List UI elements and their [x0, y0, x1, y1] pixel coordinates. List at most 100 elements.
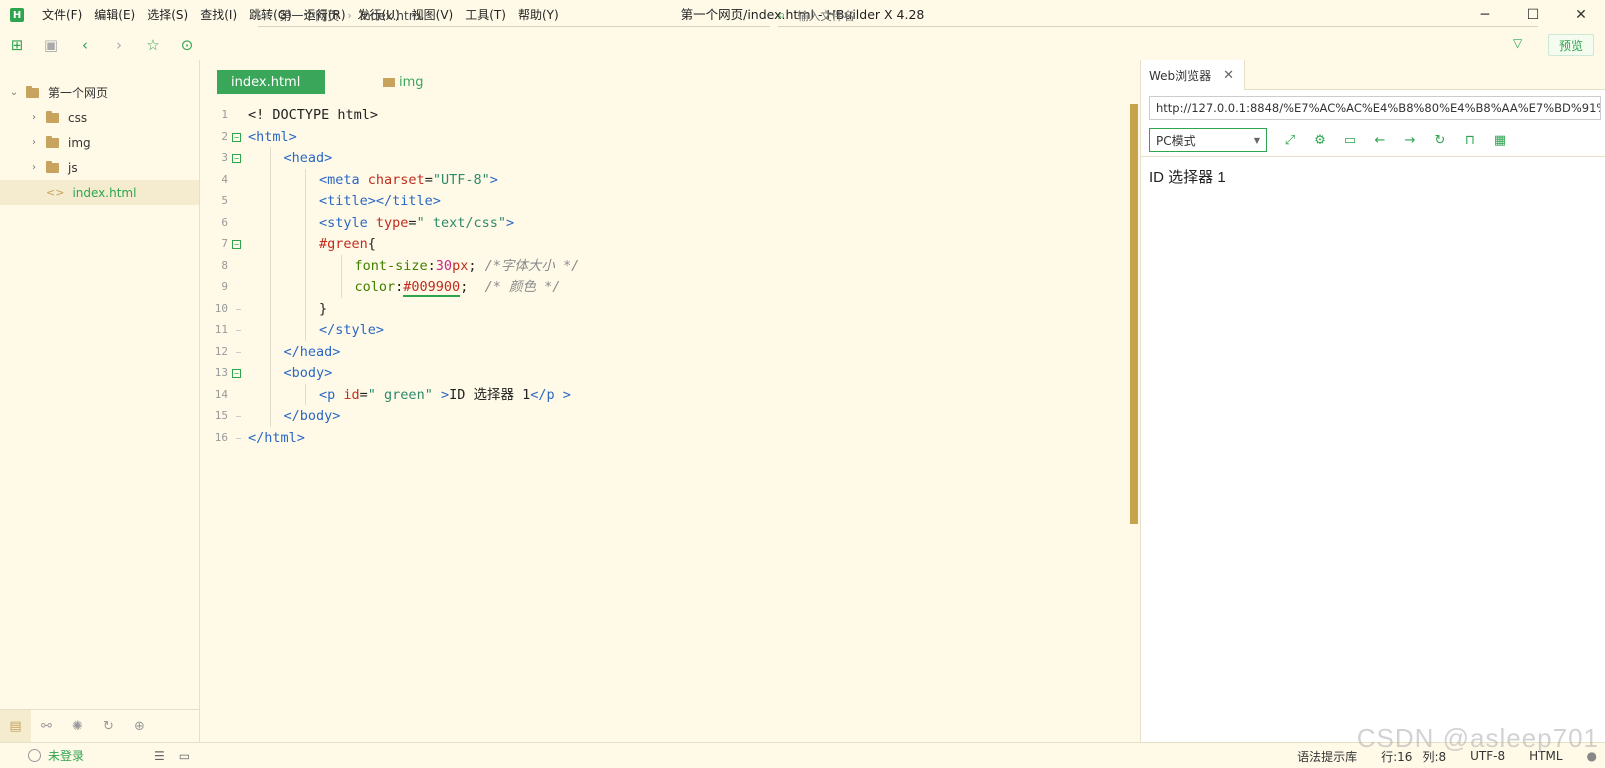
- tree-item-label: index.html: [72, 185, 137, 200]
- filter-icon[interactable]: ▽: [1513, 36, 1522, 50]
- tree-item-js[interactable]: › js: [0, 155, 199, 180]
- file-search-input[interactable]: [797, 8, 1398, 23]
- indent-guide: [340, 254, 342, 276]
- code-line[interactable]: 8 font-size:30px; /*字体大小 */: [200, 254, 1100, 277]
- tree-item-label: 第一个网页: [48, 86, 109, 100]
- refresh-icon[interactable]: ↻: [1425, 128, 1455, 152]
- code-line[interactable]: 4 <meta charset="UTF-8">: [200, 168, 1100, 191]
- url-input[interactable]: http://127.0.0.1:8848/%E7%AC%AC%E4%B8%80…: [1149, 96, 1601, 120]
- binoculars-icon[interactable]: ⚯: [31, 710, 62, 743]
- code-line[interactable]: 14 <p id=" green" >ID 选择器 1</p >: [200, 383, 1100, 406]
- console-icon[interactable]: ▭: [1335, 128, 1365, 152]
- status-bar: 未登录 ☰ ▭ 语法提示库 行:16 列:8 UTF-8 HTML ●: [0, 742, 1605, 768]
- code-line[interactable]: 10}: [200, 297, 1100, 320]
- tab-web-browser[interactable]: Web浏览器 ✕: [1141, 60, 1245, 90]
- cursor-col: 列:8: [1422, 749, 1447, 764]
- code-line[interactable]: 9 color:#009900; /* 颜色 */: [200, 276, 1100, 298]
- qrcode-icon[interactable]: ▦: [1485, 128, 1515, 152]
- close-icon[interactable]: ✕: [1223, 68, 1234, 83]
- new-file-icon[interactable]: ⊞: [0, 30, 34, 60]
- indent-guide: [305, 254, 306, 276]
- menu-edit[interactable]: 编辑(E): [88, 0, 141, 30]
- indent-guide: [305, 383, 306, 405]
- encoding[interactable]: UTF-8: [1470, 749, 1505, 763]
- menu-select[interactable]: 选择(S): [141, 0, 194, 30]
- web-browser-pane: Web浏览器 ✕ http://127.0.0.1:8848/%E7%AC%AC…: [1140, 60, 1605, 742]
- gear-icon[interactable]: ⚙: [1305, 128, 1335, 152]
- search-file-icon: ⌕: [778, 8, 786, 23]
- login-status[interactable]: 未登录: [28, 747, 84, 764]
- arrow-right-icon[interactable]: →: [1395, 128, 1425, 152]
- code-line[interactable]: 11 </style>: [200, 319, 1100, 341]
- arrow-left-icon[interactable]: ←: [1365, 128, 1395, 152]
- project-explorer: ⌄ 第一个网页 › css › img › js <> index.html ▤…: [0, 60, 200, 743]
- line-number: 2: [221, 129, 228, 143]
- code-line[interactable]: 13− <body>: [200, 362, 1100, 384]
- list-icon[interactable]: ☰: [154, 749, 165, 763]
- lock-icon[interactable]: ⊓: [1455, 128, 1485, 152]
- editor-scrollbar[interactable]: [1130, 104, 1138, 524]
- forward-icon[interactable]: ›: [102, 30, 136, 60]
- toolbar: ⊞ ▣ ‹ › ☆ ⊙: [0, 30, 1605, 60]
- menu-find[interactable]: 查找(I): [194, 0, 243, 30]
- menu-file[interactable]: 文件(F): [36, 0, 88, 30]
- fold-toggle-icon[interactable]: −: [232, 132, 241, 142]
- tree-item-index-html[interactable]: <> index.html: [0, 180, 199, 205]
- code-line[interactable]: 7− #green{: [200, 233, 1100, 255]
- tab-img[interactable]: img: [369, 70, 438, 94]
- breadcrumb-project[interactable]: 第一个网页: [279, 7, 339, 24]
- user-icon: [28, 749, 41, 762]
- fold-toggle-icon[interactable]: −: [232, 240, 241, 249]
- tree-item-project[interactable]: ⌄ 第一个网页: [0, 80, 199, 105]
- save-icon[interactable]: ▣: [34, 30, 68, 60]
- chevron-right-icon: ›: [347, 9, 352, 22]
- project-folder-icon: [26, 85, 39, 98]
- preview-button[interactable]: 预览: [1548, 34, 1594, 56]
- line-number: 5: [221, 194, 228, 207]
- favorite-star-icon[interactable]: ☆: [136, 30, 170, 60]
- code-line[interactable]: 15 </body>: [200, 405, 1100, 427]
- open-external-icon[interactable]: ⤢: [1275, 128, 1305, 152]
- code-line[interactable]: 5 <title></title>: [200, 190, 1100, 212]
- line-number: 16: [214, 430, 228, 444]
- back-icon[interactable]: ‹: [68, 30, 102, 60]
- fold-end-marker: [236, 351, 241, 353]
- code-editor[interactable]: 1 <! DOCTYPE html> 2− <html> 3− <head> 4 <meta …: [200, 104, 1120, 524]
- folder-icon: [46, 110, 59, 123]
- tree-item-img[interactable]: › img: [0, 130, 199, 155]
- close-button[interactable]: ✕: [1557, 0, 1605, 30]
- fold-toggle-icon[interactable]: −: [232, 369, 241, 378]
- code-text: <title></title>: [319, 193, 441, 209]
- sidebar-bottom-tabs: ▤ ⚯ ✺ ↻ ⊕: [0, 709, 200, 743]
- line-number: 1: [221, 108, 228, 121]
- code-line[interactable]: 3− <head>: [200, 147, 1100, 169]
- file-tree: ⌄ 第一个网页 › css › img › js <> index.html: [0, 80, 199, 205]
- tab-label: img: [399, 74, 424, 90]
- line-number: 13: [214, 366, 228, 379]
- code-line[interactable]: 6 <style type=" text/css">: [200, 211, 1100, 234]
- tab-index-html[interactable]: index.html: [217, 70, 325, 94]
- indent-guide: [269, 211, 271, 233]
- fold-toggle-icon[interactable]: −: [232, 154, 241, 163]
- code-line[interactable]: 1 <! DOCTYPE html>: [200, 104, 1100, 126]
- tree-item-css[interactable]: › css: [0, 105, 199, 130]
- indent-guide: [269, 362, 271, 384]
- hbuilder-logo-icon: H: [10, 8, 24, 22]
- code-line[interactable]: 2− <html>: [200, 126, 1100, 148]
- hint-library[interactable]: 语法提示库: [1297, 748, 1357, 765]
- run-icon[interactable]: ⊙: [170, 30, 204, 60]
- breadcrumb-file[interactable]: index.html: [360, 9, 424, 23]
- code-line[interactable]: 12 </head>: [200, 340, 1100, 363]
- project-tab-icon[interactable]: ▤: [0, 709, 31, 743]
- git-icon[interactable]: ↻: [93, 710, 124, 743]
- debug-bug-icon[interactable]: ✺: [62, 710, 93, 743]
- mode-select[interactable]: PC模式 ▼: [1149, 128, 1267, 152]
- statusbar-right: 语法提示库 行:16 列:8 UTF-8 HTML ●: [1297, 743, 1605, 768]
- notification-icon[interactable]: ●: [1587, 749, 1597, 763]
- indent-guide: [269, 190, 271, 212]
- code-line[interactable]: 16 </html>: [200, 427, 1100, 449]
- language-mode[interactable]: HTML: [1529, 749, 1562, 763]
- terminal-icon[interactable]: ▭: [179, 749, 190, 763]
- indent-guide: [269, 383, 271, 405]
- plugin-icon[interactable]: ⊕: [124, 710, 155, 743]
